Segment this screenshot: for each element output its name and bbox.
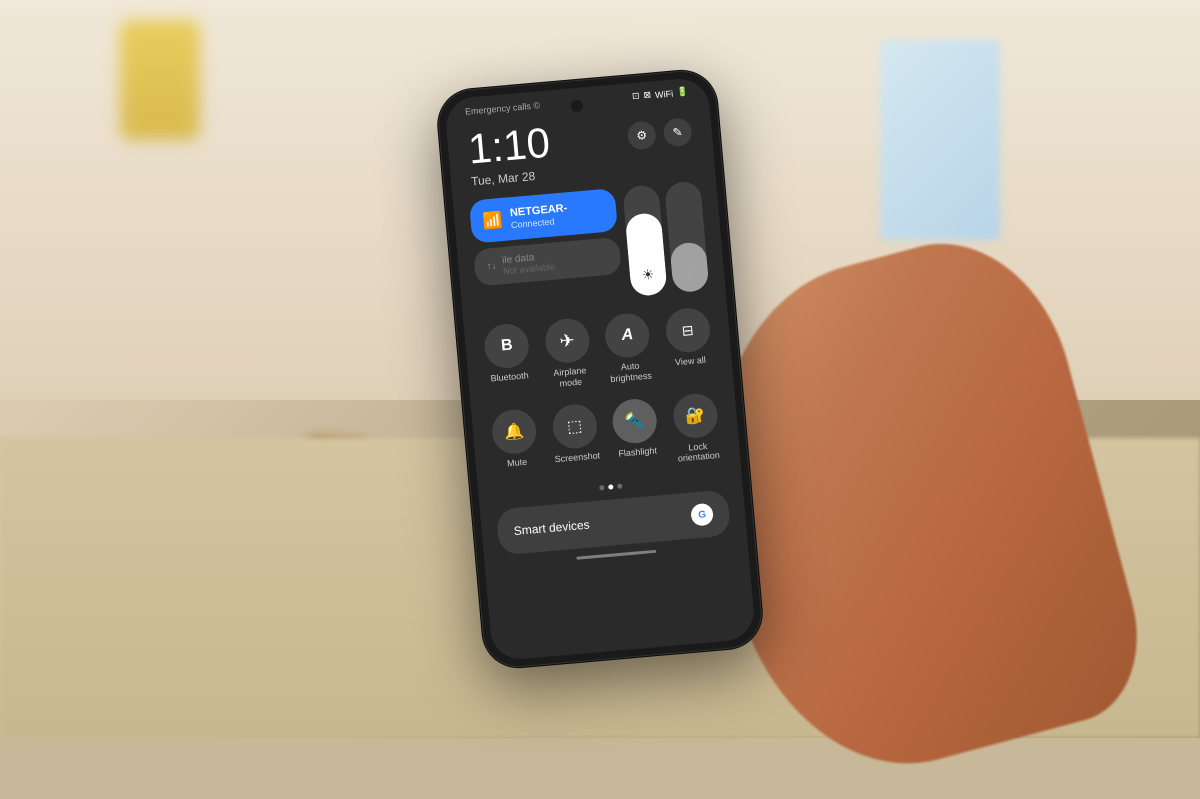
emergency-calls-text: Emergency calls ©	[465, 100, 541, 117]
slider-tiles: ☀ ♪	[622, 181, 709, 297]
lock-orientation-action[interactable]: 🔐 Lock orientation	[668, 391, 724, 465]
clock-time: 1:10	[467, 122, 552, 171]
view-all-action[interactable]: ⊟ View all	[661, 306, 717, 380]
wifi-tile-info: NETGEAR- Connected	[509, 202, 568, 230]
view-all-circle: ⊟	[664, 306, 712, 354]
lock-orientation-label: Lock orientation	[672, 439, 724, 465]
battery-icon: 🔋	[677, 86, 689, 98]
page-dot-2	[608, 485, 613, 490]
airplane-icon: ✈	[559, 330, 576, 352]
wifi-tile-icon: 📶	[482, 210, 504, 232]
network-tiles: 📶 NETGEAR- Connected ↑↓ ile data Not	[469, 188, 624, 310]
edit-button[interactable]: ✎	[663, 117, 693, 147]
mute-label: Mute	[507, 456, 528, 469]
screenshot-action[interactable]: ⬚ Screenshot	[548, 402, 604, 476]
mobile-data-tile[interactable]: ↑↓ ile data Not available	[473, 237, 622, 287]
page-dot-3	[617, 484, 622, 489]
airplane-label: Airplane mode	[544, 364, 596, 390]
settings-icon: ⚙	[636, 128, 648, 143]
smart-devices-label: Smart devices	[513, 518, 590, 539]
screenshot-icon: ⬚	[566, 415, 583, 436]
bluetooth-action[interactable]: B Bluetooth	[480, 322, 536, 396]
volume-icon: ♪	[686, 264, 694, 281]
auto-brightness-icon: A	[621, 326, 634, 345]
lock-orientation-circle: 🔐	[671, 392, 719, 440]
status-icons: ⊡ ⊠ WiFi 🔋	[632, 86, 689, 102]
airplane-action[interactable]: ✈ Airplane mode	[540, 317, 596, 391]
flashlight-icon: 🔦	[624, 410, 646, 432]
mute-icon: 🔔	[504, 420, 526, 442]
auto-brightness-label: Auto brightness	[605, 359, 657, 385]
wifi-tile[interactable]: 📶 NETGEAR- Connected	[469, 188, 618, 244]
screen-icon: ⊠	[643, 90, 651, 102]
quick-tiles-row: 📶 NETGEAR- Connected ↑↓ ile data Not	[452, 171, 726, 320]
background-window	[880, 40, 1000, 240]
edit-icon: ✎	[672, 125, 683, 140]
auto-brightness-circle: A	[604, 312, 652, 360]
volume-slider[interactable]: ♪	[664, 181, 709, 294]
phone-screen: Emergency calls © ⊡ ⊠ WiFi 🔋 1:10 Tue, M…	[444, 77, 756, 662]
settings-button[interactable]: ⚙	[627, 120, 657, 150]
view-all-icon: ⊟	[681, 321, 694, 339]
sim-icon: ⊡	[632, 91, 640, 103]
bluetooth-label: Bluetooth	[490, 370, 529, 384]
flashlight-circle: 🔦	[611, 397, 659, 445]
screenshot-label: Screenshot	[554, 450, 600, 465]
phone-wrapper: Emergency calls © ⊡ ⊠ WiFi 🔋 1:10 Tue, M…	[435, 68, 764, 670]
view-all-label: View all	[675, 355, 707, 368]
bluetooth-circle: B	[483, 322, 531, 370]
lock-orientation-icon: 🔐	[684, 405, 706, 427]
mobile-data-icon: ↑↓	[486, 261, 497, 273]
screenshot-circle: ⬚	[551, 402, 599, 450]
page-dot-1	[599, 485, 604, 490]
airplane-circle: ✈	[543, 317, 591, 365]
scene-background: Emergency calls © ⊡ ⊠ WiFi 🔋 1:10 Tue, M…	[0, 0, 1200, 738]
mobile-data-info: ile data Not available	[502, 251, 556, 276]
bluetooth-icon: B	[500, 337, 513, 356]
brightness-icon: ☀	[641, 266, 655, 284]
mute-action[interactable]: 🔔 Mute	[487, 407, 543, 481]
flashlight-label: Flashlight	[618, 445, 657, 459]
mute-circle: 🔔	[491, 407, 539, 455]
home-indicator[interactable]	[576, 550, 656, 560]
auto-brightness-action[interactable]: A Auto brightness	[600, 311, 656, 385]
clock-left: 1:10 Tue, Mar 28	[467, 122, 554, 189]
brightness-slider[interactable]: ☀	[622, 184, 667, 297]
brightness-fill	[625, 212, 668, 297]
google-icon: G	[690, 503, 714, 527]
wifi-icon: WiFi	[655, 88, 674, 100]
phone-device: Emergency calls © ⊡ ⊠ WiFi 🔋 1:10 Tue, M…	[435, 68, 764, 670]
google-logo: G	[698, 509, 707, 521]
flashlight-action[interactable]: 🔦 Flashlight	[608, 397, 664, 471]
background-cup	[120, 20, 200, 140]
clock-icon-group: ⚙ ✎	[627, 117, 693, 150]
